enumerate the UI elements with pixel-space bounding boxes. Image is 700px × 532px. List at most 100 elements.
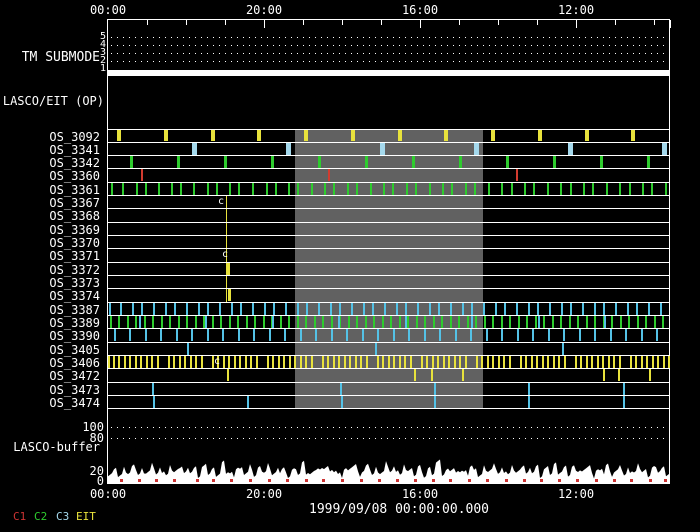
- event-tick: [432, 356, 434, 368]
- event-tick: [407, 316, 409, 328]
- buffer-red-dot: [468, 479, 471, 482]
- event-tick: [280, 316, 282, 328]
- row-separator: [107, 408, 670, 410]
- row-separator: [107, 235, 670, 237]
- buffer-ytick-label: 80: [89, 431, 104, 445]
- event-tick: [315, 329, 317, 342]
- event-tick: [160, 329, 162, 342]
- hour-tick: [459, 20, 460, 25]
- event-tick: [662, 316, 664, 328]
- event-tick: [471, 302, 473, 315]
- event-tick: [450, 302, 452, 315]
- event-tick: [331, 316, 333, 328]
- event-tick: [219, 302, 221, 315]
- event-tick: [631, 129, 635, 142]
- row-label: OS_3472: [49, 369, 100, 384]
- buffer-red-dot: [196, 479, 199, 482]
- event-tick: [180, 182, 182, 195]
- event-tick: [619, 182, 621, 195]
- event-tick: [594, 302, 596, 315]
- event-tick: [491, 129, 495, 142]
- buffer-red-dot: [212, 479, 215, 482]
- event-tick: [266, 182, 268, 195]
- event-tick: [516, 169, 518, 182]
- event-tick: [533, 182, 535, 195]
- event-tick: [330, 302, 332, 315]
- event-tick: [252, 182, 254, 195]
- row-label: OS_3373: [49, 276, 100, 291]
- event-tick: [547, 356, 549, 368]
- row-separator: [107, 168, 670, 170]
- event-tick: [110, 316, 112, 328]
- hour-tick: [303, 20, 304, 25]
- event-tick: [570, 182, 572, 195]
- event-tick: [108, 356, 110, 368]
- legend: C1 C2 C3 EIT: [0, 511, 200, 525]
- hour-tick: [615, 20, 616, 25]
- event-tick: [405, 302, 407, 315]
- row-label: OS_3389: [49, 316, 100, 331]
- event-tick: [328, 169, 330, 182]
- event-tick: [382, 356, 384, 368]
- event-tick: [322, 316, 324, 328]
- event-tick: [227, 369, 229, 382]
- event-tick: [349, 356, 351, 368]
- event-tick: [311, 182, 313, 195]
- event-tick: [585, 129, 589, 142]
- buffer-red-dot: [630, 479, 633, 482]
- event-tick: [127, 316, 129, 328]
- event-tick: [124, 356, 126, 368]
- event-tick: [649, 369, 651, 382]
- event-tick: [439, 329, 441, 342]
- time-label-top: 00:00: [89, 3, 127, 17]
- event-tick: [459, 356, 461, 368]
- event-tick: [139, 316, 141, 328]
- event-tick: [474, 182, 476, 195]
- buffer-red-dot: [664, 479, 667, 482]
- row-label: OS_3369: [49, 222, 100, 237]
- buffer-red-dot: [360, 479, 363, 482]
- hour-tick: [342, 20, 343, 25]
- event-tick: [484, 316, 486, 328]
- row-label: OS_3387: [49, 302, 100, 317]
- schedule-plot-root: TM SUBMODE LASCO/EIT (OP) LASCO-buffer 0…: [0, 0, 700, 532]
- event-tick: [346, 329, 348, 342]
- event-tick: [577, 316, 579, 328]
- row-separator: [107, 355, 670, 357]
- event-tick: [351, 129, 355, 142]
- event-tick: [366, 356, 368, 368]
- event-tick: [245, 356, 247, 368]
- event-tick: [528, 396, 530, 408]
- row-label: OS_3406: [49, 356, 100, 371]
- row-separator: [107, 288, 670, 290]
- event-tick: [434, 382, 436, 395]
- event-tick: [234, 356, 236, 368]
- event-tick: [611, 316, 613, 328]
- event-tick: [538, 129, 542, 142]
- event-tick: [437, 356, 439, 368]
- event-tick: [618, 369, 620, 382]
- event-tick: [344, 356, 346, 368]
- event-tick: [483, 302, 485, 315]
- row-label: OS_3368: [49, 209, 100, 224]
- event-tick: [229, 182, 231, 195]
- tm-dotted-line: [111, 45, 667, 46]
- event-tick: [563, 329, 565, 342]
- event-tick: [552, 316, 554, 328]
- buffer-red-dot: [230, 479, 233, 482]
- event-tick: [501, 316, 503, 328]
- major-tick: [264, 20, 265, 28]
- event-tick: [272, 356, 274, 368]
- event-tick: [630, 356, 632, 368]
- row-separator: [107, 248, 670, 250]
- event-tick: [536, 356, 538, 368]
- event-tick: [135, 316, 137, 328]
- hour-tick: [225, 20, 226, 25]
- event-tick: [608, 356, 610, 368]
- event-tick: [171, 182, 173, 195]
- event-tick: [318, 302, 320, 315]
- buffer-red-dot: [155, 479, 158, 482]
- row-label: OS_3374: [49, 289, 100, 304]
- buffer-red-dot: [505, 479, 508, 482]
- event-tick: [535, 316, 537, 328]
